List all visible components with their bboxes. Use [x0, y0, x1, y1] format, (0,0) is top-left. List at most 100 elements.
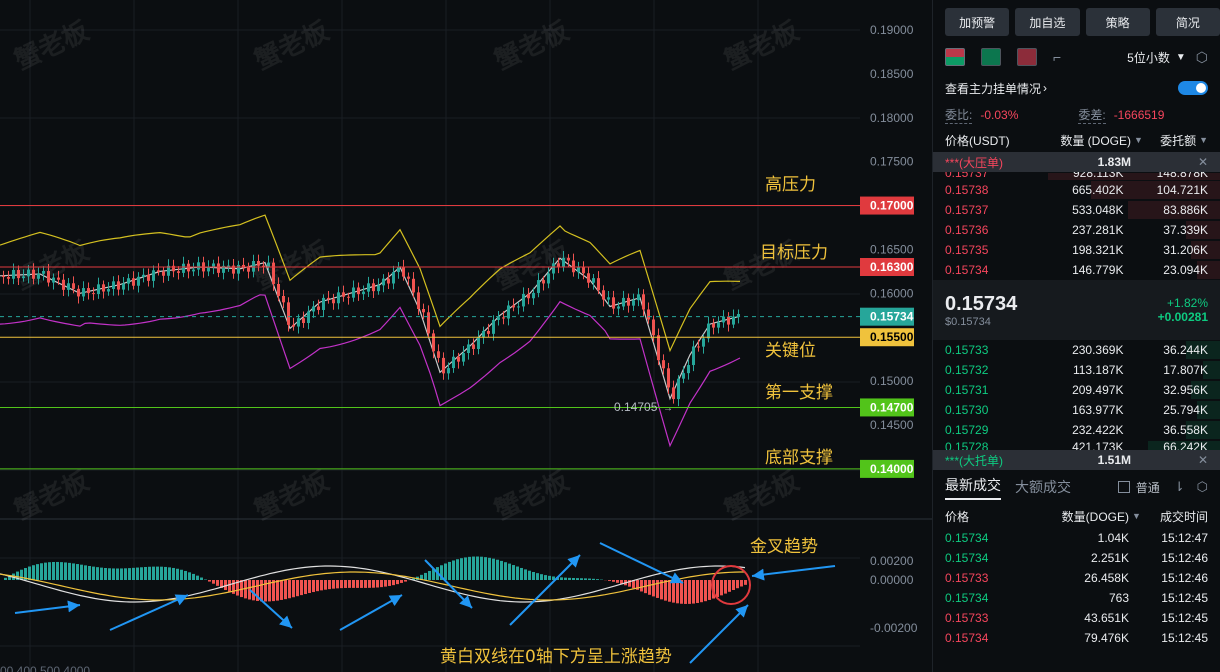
ask-row[interactable]: 0.15734 146.779K 23.094K — [933, 260, 1220, 280]
macd-bar — [704, 580, 707, 602]
candle-body — [362, 291, 365, 295]
candle-body — [82, 288, 85, 297]
candle-body — [237, 264, 240, 274]
add-watchlist-button[interactable]: 加自选 — [1015, 8, 1080, 36]
candle-body — [307, 311, 310, 324]
orderbook-both-icon[interactable] — [945, 48, 965, 66]
order-price: 0.15732 — [945, 363, 989, 377]
candle-body — [107, 289, 110, 292]
bid-row[interactable]: 0.15733 230.369K 36.244K — [933, 340, 1220, 360]
candle-body — [267, 262, 270, 267]
ask-row[interactable]: 0.15738 665.402K 104.721K — [933, 180, 1220, 200]
bid-row[interactable]: 0.15732 113.187K 17.807K — [933, 360, 1220, 380]
big-buy-label: ***(大托单) — [945, 453, 1004, 468]
normal-checkbox[interactable] — [1117, 481, 1130, 493]
candle-body — [682, 373, 685, 379]
macd-bar — [80, 564, 83, 580]
trades-header-price: 价格 — [945, 509, 970, 524]
macd-bar — [640, 580, 643, 592]
macd-bar — [448, 561, 451, 580]
candle-body — [492, 319, 495, 334]
bid-row[interactable]: 0.15729 232.422K 36.558K — [933, 420, 1220, 440]
kline-chart[interactable]: 蟹老板 蟹老板 蟹老板 蟹老板蟹老板 蟹老板 蟹老板 蟹老板蟹老板 蟹老板 蟹老板 蟹老板 0.1… — [0, 0, 932, 672]
candle-body — [77, 288, 80, 297]
main-orders-row[interactable]: 查看主力挂单情况 › — [933, 74, 1220, 102]
candle-body — [192, 269, 195, 272]
strategy-button[interactable]: 策略 — [1085, 8, 1150, 36]
header-price: 价格(USDT) — [945, 133, 1010, 148]
trend-arrow — [14, 600, 81, 614]
close-icon-2[interactable]: ✕ — [1198, 453, 1208, 467]
ask-row[interactable]: 0.15737 533.048K 83.886K — [933, 200, 1220, 220]
candle-body — [252, 261, 255, 272]
main-orders-toggle[interactable] — [1178, 81, 1208, 95]
order-price: 0.15736 — [945, 223, 989, 237]
macd-bar — [724, 580, 727, 594]
trades-header-qty[interactable]: 数量(DOGE) — [1037, 508, 1129, 525]
candle-body — [12, 269, 15, 279]
macd-bar — [732, 580, 735, 591]
ask-row[interactable]: 0.15735 198.321K 31.206K — [933, 240, 1220, 260]
candle-body — [272, 262, 275, 284]
orderbook-asks-icon[interactable] — [1017, 48, 1037, 66]
big-sell-value: 1.83M — [1097, 155, 1131, 169]
filter-icon[interactable]: ⇂ — [1174, 479, 1185, 495]
macd-bar — [96, 567, 99, 580]
change-percent: +1.82% — [1166, 296, 1208, 310]
settings-icon-2[interactable]: ⬡ — [1197, 479, 1208, 495]
candle-body — [102, 284, 105, 292]
orderbook-toolbar: ⌐ 5位小数 ▼ ⬡ — [933, 40, 1220, 74]
ask-row-cut[interactable]: 0.15737 928.113K 148.878K — [933, 172, 1220, 180]
overview-button[interactable]: 简况 — [1155, 8, 1220, 36]
macd-bar — [520, 567, 523, 580]
tab-latest-trades[interactable]: 最新成交 — [945, 475, 1001, 500]
order-price: 0.15738 — [945, 183, 989, 197]
candle-body — [572, 260, 575, 273]
boll-upper-line — [0, 214, 741, 353]
macd-bar — [76, 564, 79, 580]
macd-bar — [356, 580, 359, 588]
macd-bar — [480, 556, 483, 580]
macd-bar — [28, 566, 31, 580]
ask-row[interactable]: 0.15736 237.281K 37.339K — [933, 220, 1220, 240]
candle-body — [277, 283, 280, 296]
macd-bar — [48, 562, 51, 580]
bid-row-cut[interactable]: 0.15728 421.173K 66.242K — [933, 440, 1220, 450]
candle-body — [462, 353, 465, 362]
header-amount[interactable]: 委托额 — [1160, 132, 1196, 149]
candle-body — [722, 316, 725, 323]
orderbook-header: 价格(USDT) 数量 (DOGE) ▼ 委托额 ▼ — [933, 128, 1220, 152]
macd-bar — [128, 568, 131, 580]
kline-chart-area[interactable]: 蟹老板 蟹老板 蟹老板 蟹老板 蟹老板 蟹老板 蟹老板 蟹老板 蟹老板 蟹老板 蟹老板 蟹老板 0.1… — [0, 0, 932, 672]
macd-bar — [728, 580, 731, 592]
candle-body — [522, 293, 525, 307]
candle-body — [642, 294, 645, 310]
crop-icon[interactable]: ⌐ — [1053, 49, 1061, 65]
close-icon[interactable]: ✕ — [1198, 155, 1208, 169]
boll-lower-line — [0, 294, 741, 448]
candle-body — [427, 312, 430, 334]
trend-arrow — [339, 594, 403, 631]
price-axis-label: 0.17500 — [870, 155, 914, 169]
macd-bar — [560, 577, 563, 580]
candle-body — [447, 368, 450, 374]
candle-body — [692, 346, 695, 366]
add-alert-button[interactable]: 加预警 — [945, 8, 1010, 36]
watermark-text: 蟹老板 — [250, 465, 334, 526]
orderbook-bids-icon[interactable] — [981, 48, 1001, 66]
macd-bar — [708, 580, 711, 600]
main-orders-link[interactable]: 查看主力挂单情况 — [945, 80, 1041, 97]
settings-icon[interactable]: ⬡ — [1196, 49, 1208, 66]
bid-row[interactable]: 0.15730 163.977K 25.794K — [933, 400, 1220, 420]
header-qty[interactable]: 数量 (DOGE) — [1045, 132, 1131, 149]
macd-bar — [676, 580, 679, 604]
tab-large-trades[interactable]: 大额成交 — [1015, 477, 1071, 497]
low-price-marker: 0.14705 — [614, 400, 658, 414]
bid-row[interactable]: 0.15731 209.497K 32.956K — [933, 380, 1220, 400]
decimal-select[interactable]: 5位小数 — [1127, 49, 1170, 66]
candle-body — [472, 344, 475, 350]
macd-bar — [476, 556, 479, 580]
candle-body — [382, 278, 385, 286]
trade-time: 15:12:45 — [1161, 611, 1208, 625]
trades-header: 价格 数量(DOGE) ▼ 成交时间 — [933, 504, 1220, 528]
